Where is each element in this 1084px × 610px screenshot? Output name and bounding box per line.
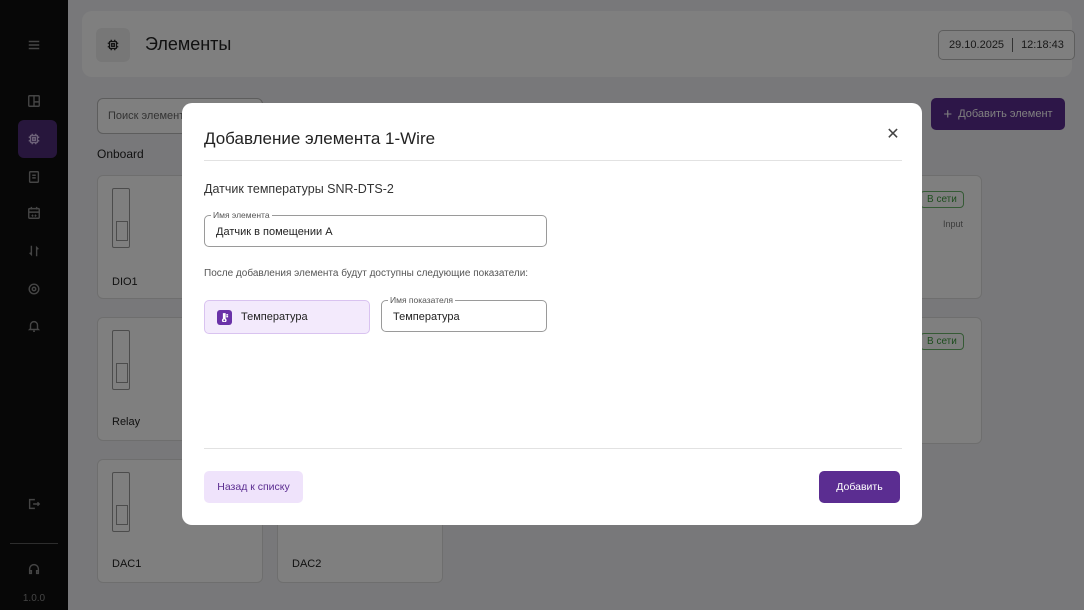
metric-name-value[interactable]: Температура [393, 301, 537, 333]
metric-chip-temperature: Температура [204, 300, 370, 334]
dialog-divider-top [204, 160, 902, 161]
sensor-model-title: Датчик температуры SNR-DTS-2 [204, 182, 394, 196]
close-icon[interactable]: ✕ [884, 125, 902, 143]
metric-label: Температура [241, 311, 308, 323]
thermometer-icon [217, 309, 232, 325]
add-element-dialog: Добавление элемента 1-Wire ✕ Датчик темп… [182, 103, 922, 525]
metrics-hint: После добавления элемента будут доступны… [204, 268, 529, 279]
dialog-divider-bottom [204, 448, 902, 449]
add-button[interactable]: Добавить [819, 471, 900, 503]
metric-name-field[interactable]: Имя показателя Температура [381, 295, 547, 333]
element-name-value[interactable]: Датчик в помещении А [216, 216, 537, 248]
dialog-title: Добавление элемента 1-Wire [204, 129, 436, 148]
back-to-list-button[interactable]: Назад к списку [204, 471, 303, 503]
element-name-field[interactable]: Имя элемента Датчик в помещении А [204, 210, 547, 248]
